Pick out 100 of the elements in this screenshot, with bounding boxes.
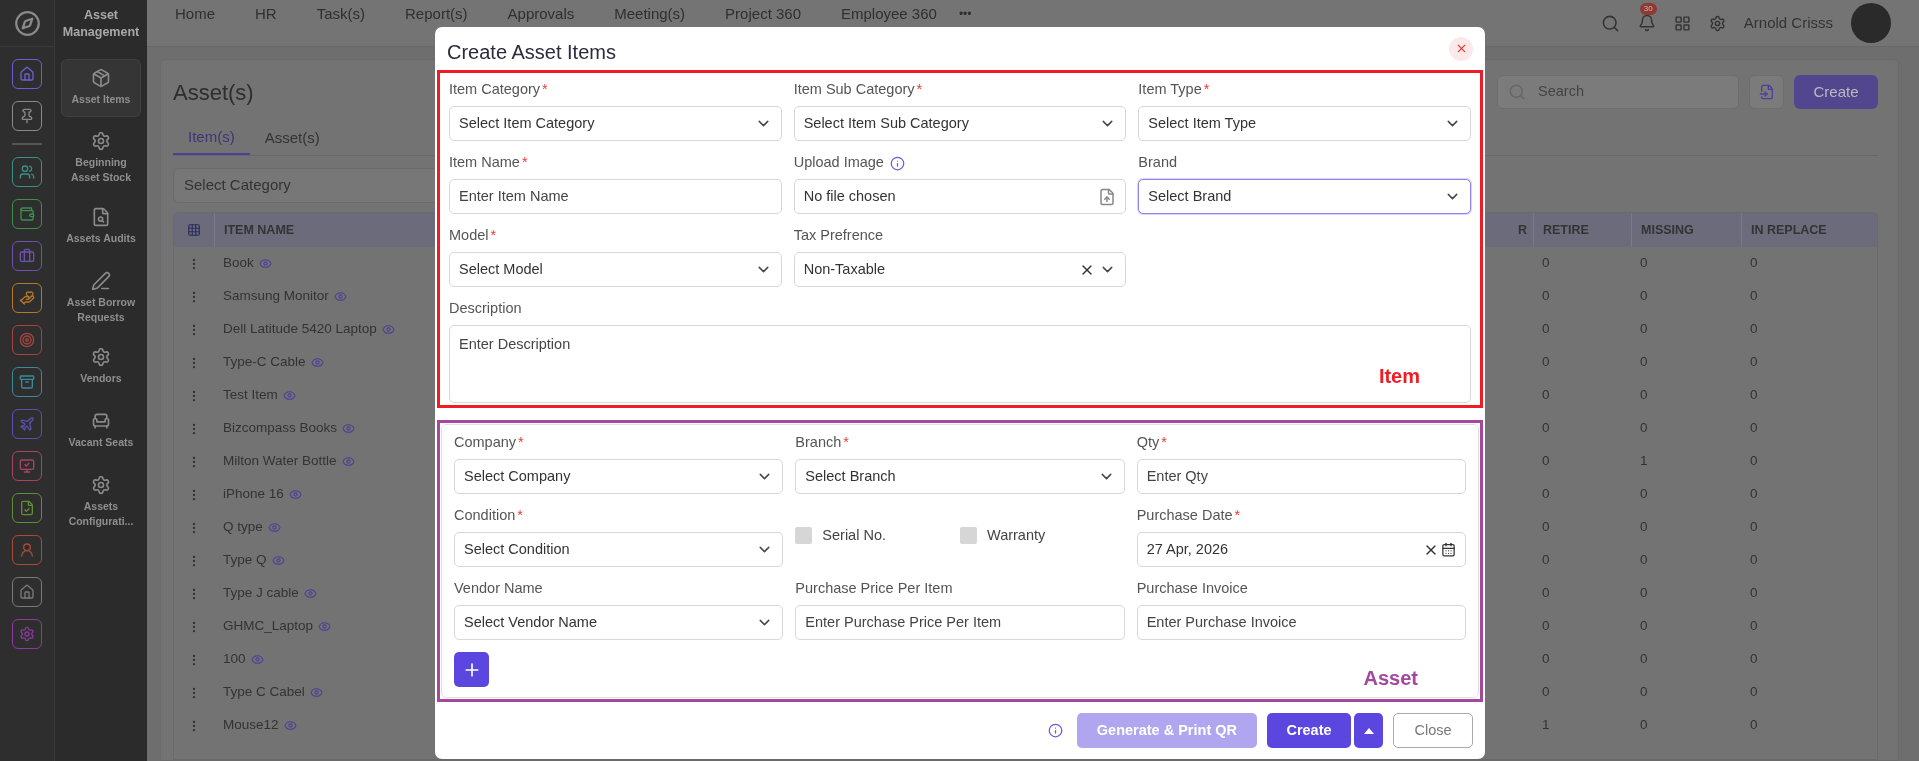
- select-field[interactable]: Select Brand: [1138, 179, 1471, 214]
- app-launcher-tile[interactable]: [12, 577, 42, 607]
- table-cell: 0: [1750, 420, 1758, 436]
- create-button[interactable]: Create: [1267, 713, 1351, 748]
- field-label: Vendor Name: [454, 579, 543, 599]
- nav-link[interactable]: Project 360: [725, 5, 801, 23]
- select-field[interactable]: Select Vendor Name: [454, 605, 784, 640]
- column-settings-icon[interactable]: [187, 223, 201, 237]
- sidebar-item[interactable]: Assets Audits: [61, 199, 141, 257]
- sidebar-item[interactable]: Vacant Seats: [61, 403, 141, 461]
- page-title: Asset(s): [173, 78, 254, 107]
- input-field[interactable]: Enter Purchase Price Per Item: [795, 605, 1125, 640]
- app-launcher-tile[interactable]: [12, 283, 42, 313]
- eye-icon[interactable]: [282, 389, 296, 402]
- app-launcher-tile[interactable]: [12, 199, 42, 229]
- table-cell: 0: [1640, 585, 1648, 601]
- search-icon[interactable]: [1600, 13, 1620, 33]
- app-launcher-tile[interactable]: [12, 157, 42, 187]
- required-mark: *: [518, 433, 524, 453]
- sidebar-item[interactable]: Vendors: [61, 339, 141, 397]
- eye-icon[interactable]: [271, 554, 285, 567]
- eye-icon[interactable]: [342, 422, 356, 435]
- more-options-button[interactable]: [1354, 713, 1383, 748]
- app-launcher-tile[interactable]: [12, 535, 42, 565]
- app-launcher-tile[interactable]: [12, 619, 42, 649]
- settings-icon[interactable]: [1708, 14, 1726, 32]
- eye-icon[interactable]: [258, 257, 272, 270]
- eye-icon[interactable]: [283, 719, 297, 732]
- eye-icon[interactable]: [318, 620, 332, 633]
- eye-icon[interactable]: [341, 455, 355, 468]
- close-button[interactable]: [1449, 36, 1473, 61]
- field-label: Brand: [1138, 153, 1178, 173]
- eye-icon[interactable]: [303, 587, 317, 600]
- required-mark: *: [1203, 80, 1210, 100]
- app-launcher-tile[interactable]: [12, 367, 42, 397]
- sidebar-item[interactable]: Asset Borrow Requests: [61, 263, 141, 333]
- sidebar-item[interactable]: Assets Configurati...: [61, 467, 141, 537]
- table-cell-text: Type C Cabel: [223, 683, 305, 702]
- bell-icon[interactable]: [1637, 14, 1656, 32]
- avatar[interactable]: [1851, 3, 1891, 43]
- table-cell: 1: [1542, 717, 1550, 733]
- select-field[interactable]: Select Condition: [454, 532, 784, 567]
- eye-icon[interactable]: [288, 488, 302, 501]
- app-launcher-tile[interactable]: [12, 451, 42, 481]
- checkbox[interactable]: [795, 527, 813, 545]
- sidebar-item[interactable]: Beginning Asset Stock: [61, 123, 141, 193]
- select-field[interactable]: Select Item Sub Category: [793, 106, 1127, 141]
- eye-icon[interactable]: [333, 290, 347, 303]
- app-launcher-tile[interactable]: [12, 241, 42, 271]
- app-launcher-tile[interactable]: [12, 493, 42, 523]
- eye-icon[interactable]: [267, 521, 281, 534]
- file-upload-field[interactable]: No file chosen: [793, 179, 1127, 214]
- app-launcher-tile[interactable]: [12, 101, 42, 131]
- table-cell-text: Mouse12: [223, 716, 279, 735]
- select-field[interactable]: Select Branch: [795, 459, 1125, 494]
- app-launcher-tile[interactable]: [12, 59, 42, 89]
- create-button[interactable]: Create: [1794, 75, 1878, 109]
- required-mark: *: [517, 506, 523, 526]
- eye-icon[interactable]: [250, 653, 264, 666]
- nav-link[interactable]: Employee 360: [841, 5, 937, 23]
- document-icon: [19, 500, 35, 516]
- field-label: Purchase Invoice: [1136, 579, 1248, 599]
- close-button[interactable]: Close: [1393, 713, 1473, 748]
- input-field[interactable]: Enter Qty: [1136, 459, 1466, 494]
- checkbox[interactable]: [960, 527, 977, 545]
- field-label: Purchase Date: [1136, 506, 1233, 526]
- column-header: IN REPLACE: [1751, 221, 1827, 239]
- date-field[interactable]: 27 Apr, 2026: [1136, 532, 1466, 567]
- nav-link[interactable]: HR: [255, 5, 277, 23]
- table-cell-text: Samsung Monitor: [223, 287, 329, 306]
- tab[interactable]: Item(s): [173, 122, 250, 155]
- add-button[interactable]: [454, 652, 489, 687]
- select-field[interactable]: Non-Taxable: [793, 252, 1127, 287]
- logo-icon[interactable]: [13, 9, 41, 37]
- eye-icon[interactable]: [309, 686, 323, 699]
- table-cell: 0: [1750, 255, 1758, 271]
- nav-link[interactable]: Home: [175, 5, 215, 23]
- nav-link[interactable]: Task(s): [316, 5, 366, 23]
- app-launcher-tile[interactable]: [12, 409, 42, 439]
- more-menu[interactable]: •••: [958, 5, 972, 23]
- select-field[interactable]: Select Company: [454, 459, 784, 494]
- import-button[interactable]: [1749, 75, 1784, 109]
- select-field[interactable]: Select Model: [449, 252, 782, 287]
- eye-icon[interactable]: [381, 323, 395, 336]
- nav-link[interactable]: Approvals: [507, 5, 575, 23]
- select-field[interactable]: Select Item Category: [449, 106, 782, 141]
- table-cell-text: Milton Water Bottle: [223, 452, 337, 471]
- user-name[interactable]: Arnold Crisss: [1743, 11, 1833, 35]
- input-field[interactable]: Enter Purchase Invoice: [1136, 605, 1466, 640]
- app-launcher-tile[interactable]: [12, 325, 42, 355]
- info-icon[interactable]: [1047, 723, 1063, 738]
- input-field[interactable]: Enter Item Name: [449, 179, 782, 214]
- tab[interactable]: Asset(s): [249, 122, 335, 155]
- sidebar-item[interactable]: Asset Items: [61, 59, 141, 117]
- eye-icon[interactable]: [310, 356, 324, 369]
- grid-icon[interactable]: [1673, 14, 1691, 32]
- nav-link[interactable]: Report(s): [405, 5, 468, 23]
- nav-link[interactable]: Meeting(s): [614, 5, 686, 23]
- select-field[interactable]: Select Item Type: [1138, 106, 1471, 141]
- calendar-icon[interactable]: [1441, 542, 1456, 557]
